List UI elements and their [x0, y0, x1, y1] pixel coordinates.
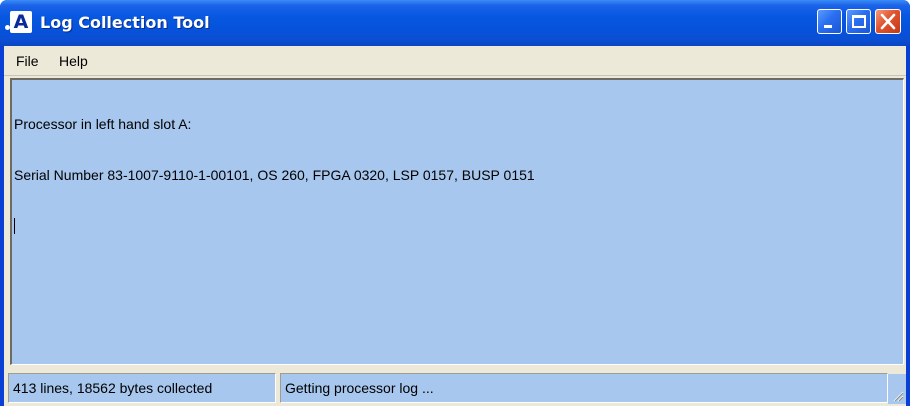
- close-button[interactable]: [875, 9, 901, 34]
- menu-bar: File Help: [4, 46, 906, 76]
- resize-grip-icon: [893, 391, 904, 402]
- maximize-icon: [852, 15, 866, 28]
- app-icon-letter: A: [13, 11, 29, 33]
- title-bar[interactable]: A Log Collection Tool: [0, 0, 910, 46]
- log-output-textarea[interactable]: Processor in left hand slot A: Serial Nu…: [10, 78, 904, 365]
- status-collected-count: 413 lines, 18562 bytes collected: [8, 373, 276, 403]
- status-bar: 413 lines, 18562 bytes collected Getting…: [4, 369, 906, 406]
- resize-grip[interactable]: [888, 374, 906, 404]
- status-message: Getting processor log ...: [280, 373, 888, 403]
- menu-help[interactable]: Help: [57, 52, 90, 70]
- text-caret: [14, 218, 901, 235]
- app-icon[interactable]: A: [5, 11, 32, 33]
- minimize-icon: [824, 25, 832, 28]
- menu-file[interactable]: File: [14, 52, 41, 70]
- client-area: File Help Processor in left hand slot A:…: [4, 46, 906, 406]
- minimize-button[interactable]: [817, 9, 842, 34]
- maximize-button[interactable]: [846, 9, 871, 34]
- log-line: Processor in left hand slot A:: [14, 116, 192, 132]
- log-collection-window: A Log Collection Tool File Help Processo…: [0, 0, 910, 406]
- window-title: Log Collection Tool: [40, 13, 210, 32]
- close-icon: [880, 13, 896, 30]
- log-line: Serial Number 83-1007-9110-1-00101, OS 2…: [14, 167, 535, 183]
